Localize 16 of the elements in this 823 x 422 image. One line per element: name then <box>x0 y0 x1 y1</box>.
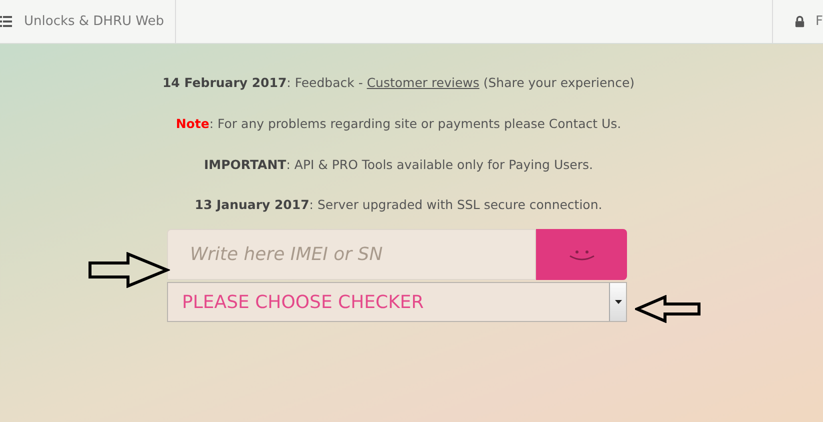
caret-icon <box>614 300 622 304</box>
notice-text: 14 February 2017: Feedback - Customer reviews (Share your experience) <box>162 74 635 92</box>
nav-link[interactable]: F <box>816 12 823 32</box>
lock-icon <box>795 15 805 28</box>
smiley-icon <box>568 248 596 260</box>
menu-icon[interactable] <box>0 16 12 27</box>
site-title-link[interactable]: Unlocks & DHRU Web <box>24 12 164 32</box>
notice-text: IMPORTANT: API & PRO Tools available only for Paying Users. <box>204 156 593 174</box>
dropdown-button[interactable] <box>609 283 626 321</box>
right-arrow-icon <box>88 252 170 288</box>
notice-text: Note: For any problems regarding site or payments please Contact Us. <box>176 114 622 133</box>
notice-text: 13 January 2017: Server upgraded with SSL secure connection. <box>194 196 602 214</box>
imei-field[interactable]: Write here IMEI or SN <box>167 229 536 280</box>
reviews-link[interactable]: Customer reviews <box>366 75 480 90</box>
left-arrow-icon <box>635 295 701 323</box>
checker-select[interactable]: PLEASE CHOOSE CHECKER <box>167 282 627 322</box>
